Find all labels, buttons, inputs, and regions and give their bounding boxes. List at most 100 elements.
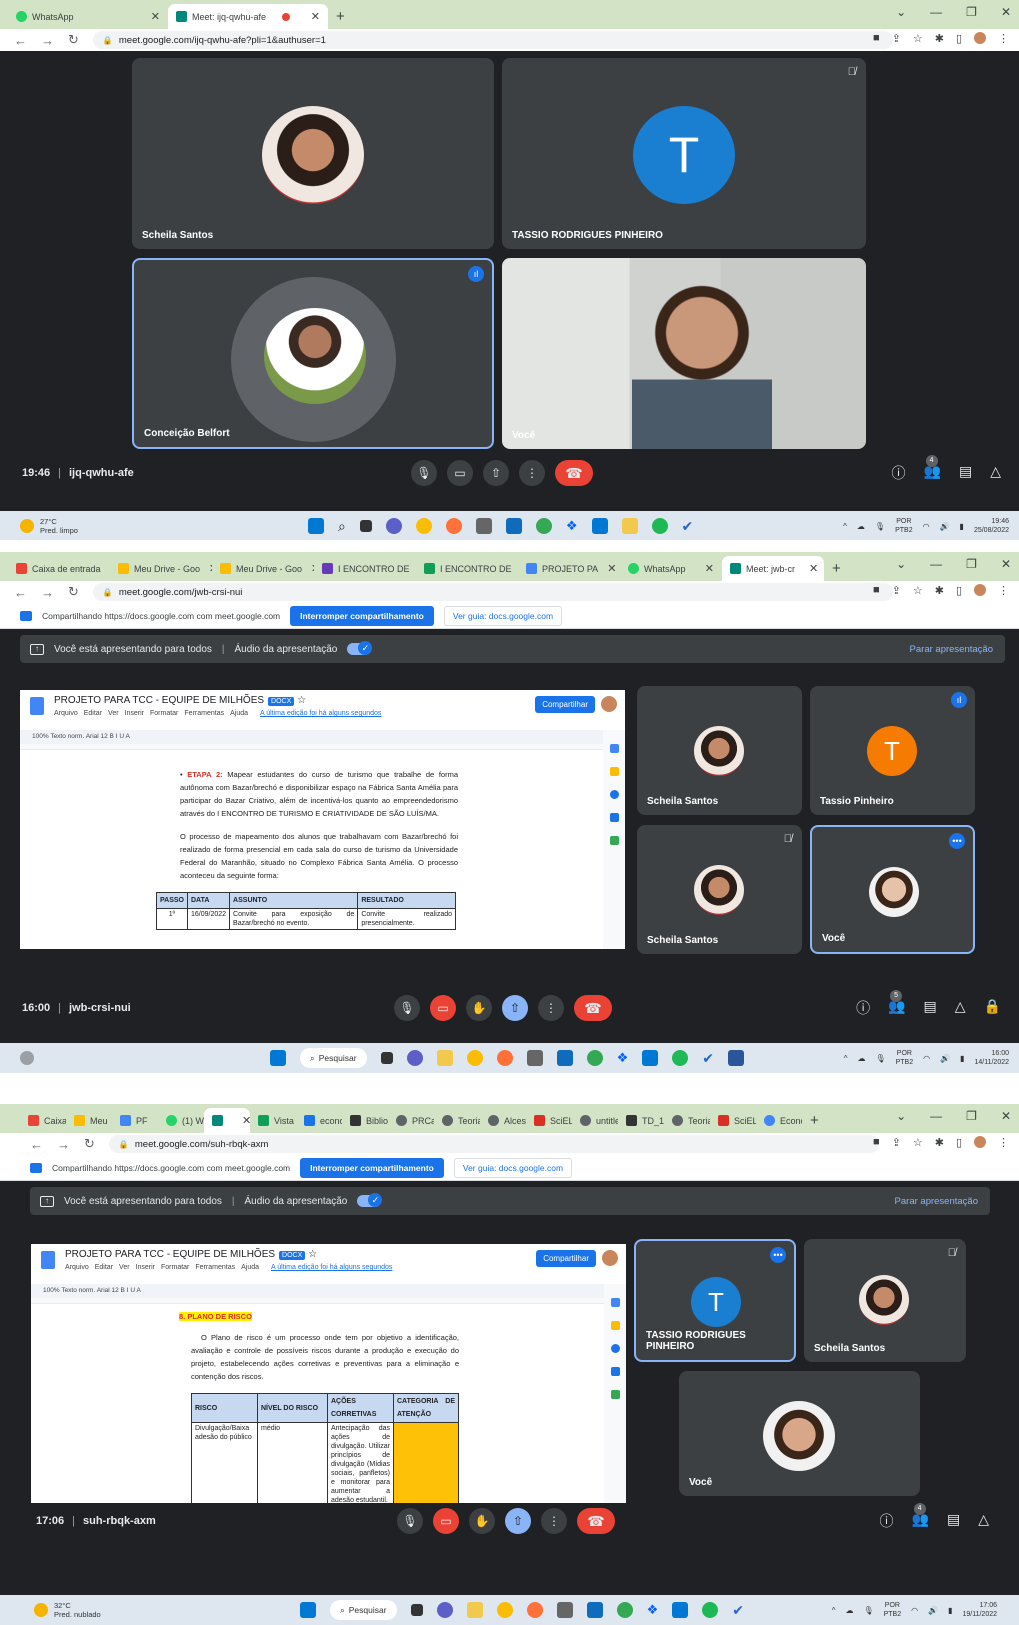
dropbox-icon[interactable]: ❖ <box>647 1602 659 1618</box>
tab-td18[interactable]: TD_18 <box>618 1108 664 1133</box>
tab-econo[interactable]: econo <box>296 1108 342 1133</box>
participant-tile[interactable]: ••• T TASSIO RODRIGUES PINHEIRO <box>634 1239 796 1362</box>
url-field[interactable]: 🔒 meet.google.com/ijq-qwhu-afe?pli=1&aut… <box>92 31 893 49</box>
bookmark-star-icon[interactable]: ☆ <box>913 1136 923 1149</box>
tray-arrow-icon[interactable]: ^ <box>844 1054 848 1063</box>
activities-button[interactable]: △ <box>990 463 1001 483</box>
share-page-icon[interactable]: ⇪ <box>892 32 901 45</box>
tray-arrow-icon[interactable]: ^ <box>843 522 847 531</box>
chrome-icon[interactable] <box>496 1602 513 1618</box>
folder-icon[interactable] <box>466 1602 483 1618</box>
spotify-icon[interactable] <box>702 1602 719 1618</box>
close-window-icon[interactable]: ✕ <box>1001 557 1011 571</box>
raise-hand-button[interactable]: ✋ <box>466 995 492 1021</box>
tab-drive[interactable]: Meu Drive - Goo✕ <box>212 556 314 581</box>
taskbar-search[interactable]: ⌕ Pesquisar <box>300 1048 367 1068</box>
firefox-icon[interactable] <box>496 1050 513 1066</box>
host-controls-button[interactable]: 🔒 <box>984 998 1001 1018</box>
participant-tile[interactable]: Você <box>502 258 866 449</box>
close-tab-icon[interactable]: ✕ <box>603 562 616 575</box>
tab-whatsapp[interactable]: (1) Wi <box>158 1108 204 1133</box>
doc-share-button[interactable]: Compartilhar <box>536 1250 596 1267</box>
reload-icon[interactable]: ↻ <box>84 1136 95 1152</box>
participant-tile[interactable]: 🎙̸ T TASSIO RODRIGUES PINHEIRO <box>502 58 866 249</box>
tab-search-icon[interactable]: ⌄ <box>896 557 906 571</box>
wifi-icon[interactable]: ◠ <box>911 1606 918 1615</box>
firefox-icon[interactable] <box>445 518 462 534</box>
tab-scielo[interactable]: SciELO <box>710 1108 756 1133</box>
weather-widget[interactable] <box>20 1051 34 1065</box>
chrome-active-icon[interactable] <box>616 1602 633 1618</box>
battery-icon[interactable]: ▮ <box>960 1054 964 1063</box>
doc-toolbar[interactable]: 100% Texto norm. Arial 12 B I U A <box>20 730 625 744</box>
activities-button[interactable]: △ <box>955 998 966 1018</box>
participant-tile[interactable]: 🎙̸ Scheila Santos <box>637 825 802 954</box>
more-options-button[interactable]: ⋮ <box>519 460 545 486</box>
avatar[interactable] <box>601 696 617 712</box>
extensions-icon[interactable]: ✱ <box>935 32 944 45</box>
tasks-icon[interactable] <box>609 790 619 799</box>
menu-icon[interactable]: ⋮ <box>998 32 1009 45</box>
language-indicator[interactable]: POR PTB2 <box>895 517 913 535</box>
close-tab-icon[interactable]: ✕ <box>205 562 212 575</box>
tab-untitled[interactable]: untitle <box>572 1108 618 1133</box>
present-button[interactable]: ⇧ <box>502 995 528 1021</box>
tab-scielo[interactable]: SciELO <box>526 1108 572 1133</box>
volume-icon[interactable]: 🔊 <box>940 522 950 531</box>
folder-icon[interactable] <box>436 1050 453 1066</box>
search-icon[interactable]: ⌕ <box>338 518 346 535</box>
contacts-icon[interactable] <box>609 813 619 822</box>
close-tab-icon[interactable]: ✕ <box>701 562 714 575</box>
hangup-button[interactable]: ☎ <box>574 995 612 1021</box>
chat-app-icon[interactable] <box>406 1050 423 1066</box>
back-icon[interactable]: ← <box>14 33 27 48</box>
close-tab-icon[interactable]: ✕ <box>805 562 818 575</box>
url-field[interactable]: 🔒 meet.google.com/jwb-crsi-nui <box>92 583 893 601</box>
tab-drive[interactable]: Meu <box>66 1108 112 1133</box>
mic-tray-icon[interactable]: 🎙 <box>875 1054 885 1063</box>
participant-tile[interactable]: Scheila Santos <box>132 58 494 249</box>
tab-forms[interactable]: I ENCONTRO DE✕ <box>314 556 416 581</box>
cloud-icon[interactable]: ☁ <box>857 522 865 531</box>
close-tab-icon[interactable]: ✕ <box>238 1114 250 1127</box>
camera-indicator-icon[interactable]: ■ <box>873 1136 880 1149</box>
doc-toolbar[interactable]: 100% Texto norm. Arial 12 B I U A <box>31 1284 626 1298</box>
more-options-icon[interactable]: ••• <box>949 833 965 849</box>
share-page-icon[interactable]: ⇪ <box>892 584 901 597</box>
weather-widget[interactable]: 27°C Pred. limpo <box>20 517 78 535</box>
bookmark-star-icon[interactable]: ☆ <box>913 584 923 597</box>
store-icon[interactable] <box>642 1050 659 1066</box>
hangup-button[interactable]: ☎ <box>555 460 593 486</box>
keep-icon[interactable] <box>609 767 619 776</box>
stop-presenting-button[interactable]: Parar apresentação <box>895 1196 978 1207</box>
calendar-icon[interactable] <box>610 1298 620 1307</box>
mic-tray-icon[interactable]: 🎙 <box>875 522 885 531</box>
mail-icon[interactable] <box>505 518 522 534</box>
doc-share-button[interactable]: Compartilhar <box>535 696 595 713</box>
activities-button[interactable]: △ <box>978 1511 989 1531</box>
volume-icon[interactable]: 🔊 <box>928 1606 938 1615</box>
contacts-icon[interactable] <box>610 1367 620 1376</box>
people-button[interactable]: 👥 5 <box>888 990 906 1018</box>
chat-button[interactable]: ▤ <box>959 463 972 483</box>
tab-teoria[interactable]: Teoria <box>434 1108 480 1133</box>
folder-icon[interactable] <box>621 518 638 534</box>
back-icon[interactable]: ← <box>30 1137 43 1152</box>
tab-google[interactable]: Econo <box>756 1108 802 1133</box>
participant-tile[interactable]: ıl T Tassio Pinheiro <box>810 686 975 815</box>
todo-icon[interactable]: ✔ <box>682 518 694 535</box>
info-button[interactable]: ⓘ <box>856 998 870 1018</box>
tab-search-icon[interactable]: ⌄ <box>896 5 906 19</box>
tasks-icon[interactable] <box>610 1344 620 1353</box>
mic-tray-icon[interactable]: 🎙 <box>863 1606 873 1615</box>
participant-tile[interactable]: Você <box>679 1371 920 1496</box>
new-tab-button[interactable]: + <box>328 8 353 29</box>
windows-start-icon[interactable] <box>300 1602 316 1618</box>
keep-icon[interactable] <box>610 1321 620 1330</box>
windows-start-icon[interactable] <box>270 1050 286 1066</box>
reload-icon[interactable]: ↻ <box>68 584 79 600</box>
volume-icon[interactable]: 🔊 <box>940 1054 950 1063</box>
tab-teoria[interactable]: Teoria <box>664 1108 710 1133</box>
bookmark-star-icon[interactable]: ☆ <box>913 32 923 45</box>
participant-tile[interactable]: Scheila Santos <box>637 686 802 815</box>
